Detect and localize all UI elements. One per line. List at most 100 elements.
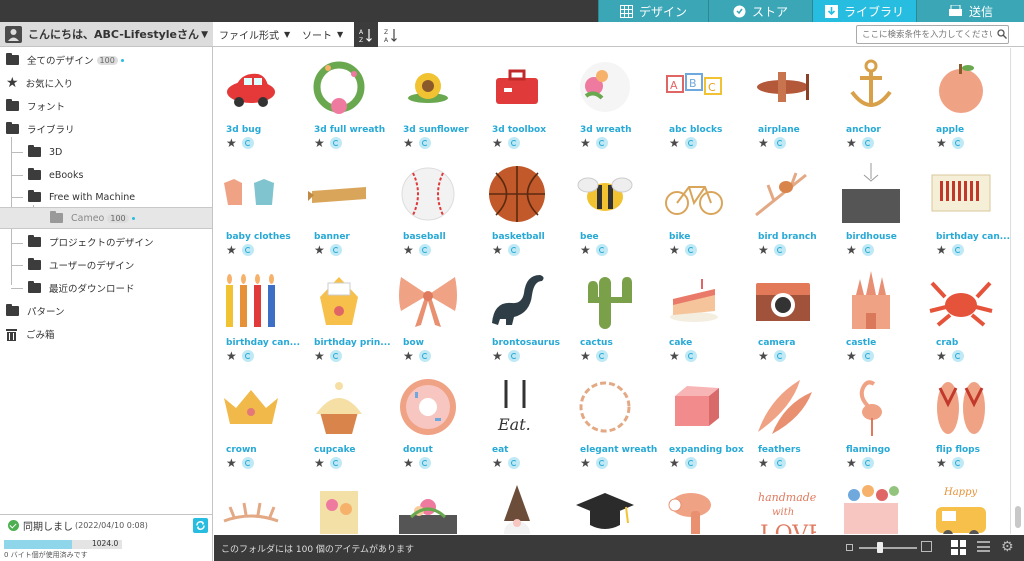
design-tile[interactable]: 3d bug ★ (214, 48, 302, 155)
design-thumbnail[interactable] (572, 267, 638, 333)
design-thumbnail[interactable] (484, 54, 550, 120)
design-tile[interactable]: cactus ★ (568, 261, 656, 368)
design-thumbnail[interactable]: ABC (661, 54, 727, 120)
zoom-in-icon[interactable] (921, 541, 932, 552)
design-tile[interactable]: Eat. eat ★ (480, 368, 568, 475)
design-thumbnail[interactable] (928, 267, 994, 333)
design-tile[interactable]: bike ★ (657, 155, 745, 262)
favorite-star-icon[interactable]: ★ (492, 350, 503, 362)
design-thumbnail[interactable] (928, 161, 994, 227)
favorite-star-icon[interactable]: ★ (846, 137, 857, 149)
favorite-star-icon[interactable]: ★ (314, 244, 325, 256)
design-tile[interactable]: birthday prin... ★ (302, 261, 391, 368)
design-thumbnail[interactable] (395, 374, 461, 440)
favorite-star-icon[interactable]: ★ (580, 137, 591, 149)
tab-store[interactable]: ストア (708, 0, 812, 22)
sort-descending-button[interactable]: Z A (379, 22, 403, 47)
design-thumbnail[interactable] (484, 267, 550, 333)
grid-view-icon[interactable] (951, 540, 966, 555)
sidebar-item-ebooks[interactable]: eBooks (28, 164, 83, 186)
design-tile[interactable]: baby clothes ★ (214, 155, 302, 262)
favorite-star-icon[interactable]: ★ (226, 350, 237, 362)
design-tile[interactable]: cake ★ (657, 261, 745, 368)
design-thumbnail[interactable] (928, 54, 994, 120)
design-tile[interactable]: birthday can... ★ (924, 155, 1010, 262)
favorite-star-icon[interactable]: ★ (936, 244, 947, 256)
design-tile[interactable]: 3d wreath ★ (568, 48, 656, 155)
favorite-star-icon[interactable]: ★ (936, 137, 947, 149)
zoom-slider-handle[interactable] (877, 542, 883, 553)
favorite-star-icon[interactable]: ★ (403, 137, 414, 149)
design-thumbnail[interactable] (750, 54, 816, 120)
design-thumbnail[interactable] (395, 54, 461, 120)
sidebar-item-favorites[interactable]: ★ お気に入り (6, 72, 73, 94)
list-view-icon[interactable] (977, 541, 990, 554)
design-tile[interactable]: bow ★ (391, 261, 479, 368)
design-thumbnail[interactable] (572, 481, 638, 534)
scrollbar-thumb[interactable] (1015, 506, 1021, 528)
design-thumbnail[interactable] (661, 161, 727, 227)
design-thumbnail[interactable] (218, 481, 284, 534)
zoom-slider[interactable] (859, 547, 917, 549)
sidebar-item-free-with-machine[interactable]: Free with Machine (28, 186, 135, 208)
design-thumbnail[interactable] (838, 161, 904, 227)
favorite-star-icon[interactable]: ★ (314, 137, 325, 149)
design-tile[interactable]: castle ★ (834, 261, 922, 368)
design-tile[interactable]: flamingo ★ (834, 368, 922, 475)
favorite-star-icon[interactable]: ★ (758, 244, 769, 256)
favorite-star-icon[interactable]: ★ (669, 137, 680, 149)
design-tile[interactable]: anchor ★ (834, 48, 922, 155)
design-thumbnail[interactable] (661, 481, 727, 534)
file-format-dropdown[interactable]: ファイル形式 ▼ (219, 22, 290, 47)
design-thumbnail[interactable] (218, 267, 284, 333)
design-thumbnail[interactable] (306, 54, 372, 120)
design-thumbnail[interactable] (218, 161, 284, 227)
design-thumbnail[interactable] (306, 481, 372, 534)
favorite-star-icon[interactable]: ★ (226, 244, 237, 256)
search-input[interactable] (856, 25, 1009, 44)
design-thumbnail[interactable] (395, 161, 461, 227)
design-thumbnail[interactable] (838, 267, 904, 333)
favorite-star-icon[interactable]: ★ (314, 457, 325, 469)
tab-design[interactable]: デザイン (598, 0, 708, 22)
favorite-star-icon[interactable]: ★ (492, 457, 503, 469)
gear-icon[interactable]: ⚙ (1001, 540, 1015, 554)
design-thumbnail[interactable] (572, 374, 638, 440)
favorite-star-icon[interactable]: ★ (846, 350, 857, 362)
design-thumbnail[interactable] (572, 54, 638, 120)
favorite-star-icon[interactable]: ★ (492, 244, 503, 256)
design-tile[interactable] (834, 475, 922, 534)
favorite-star-icon[interactable]: ★ (846, 244, 857, 256)
design-thumbnail[interactable]: Happy (928, 481, 994, 534)
design-thumbnail[interactable] (572, 161, 638, 227)
design-tile[interactable]: baseball ★ (391, 155, 479, 262)
design-thumbnail[interactable] (218, 54, 284, 120)
favorite-star-icon[interactable]: ★ (580, 457, 591, 469)
favorite-star-icon[interactable]: ★ (669, 244, 680, 256)
favorite-star-icon[interactable]: ★ (492, 137, 503, 149)
design-thumbnail[interactable] (306, 374, 372, 440)
design-thumbnail[interactable] (750, 161, 816, 227)
design-tile[interactable]: flip flops ★ (924, 368, 1010, 475)
design-thumbnail[interactable]: Eat. (484, 374, 550, 440)
sync-button[interactable] (193, 518, 208, 533)
sidebar-item-cameo[interactable]: Cameo 100 (0, 207, 212, 229)
zoom-out-icon[interactable] (846, 544, 853, 551)
design-thumbnail[interactable] (838, 374, 904, 440)
sidebar-item-recent-downloads[interactable]: 最近のダウンロード (28, 277, 135, 299)
favorite-star-icon[interactable]: ★ (403, 244, 414, 256)
design-tile[interactable]: brontosaurus ★ (480, 261, 568, 368)
design-tile[interactable]: expanding box ★ (657, 368, 745, 475)
user-greeting[interactable]: こんにちは、ABC-Lifestyleさん ▼ (0, 22, 213, 47)
design-tile[interactable]: cupcake ★ (302, 368, 390, 475)
favorite-star-icon[interactable]: ★ (758, 457, 769, 469)
design-tile[interactable]: elegant wreath ★ (568, 368, 657, 475)
design-thumbnail[interactable] (661, 374, 727, 440)
design-thumbnail[interactable] (484, 481, 550, 534)
sidebar-item-library[interactable]: ライブラリ (6, 118, 75, 140)
design-tile[interactable]: A B Cabc blocks ★ (657, 48, 745, 155)
design-thumbnail[interactable] (306, 267, 372, 333)
design-thumbnail[interactable] (484, 161, 550, 227)
design-thumbnail[interactable] (928, 374, 994, 440)
favorite-star-icon[interactable]: ★ (580, 244, 591, 256)
